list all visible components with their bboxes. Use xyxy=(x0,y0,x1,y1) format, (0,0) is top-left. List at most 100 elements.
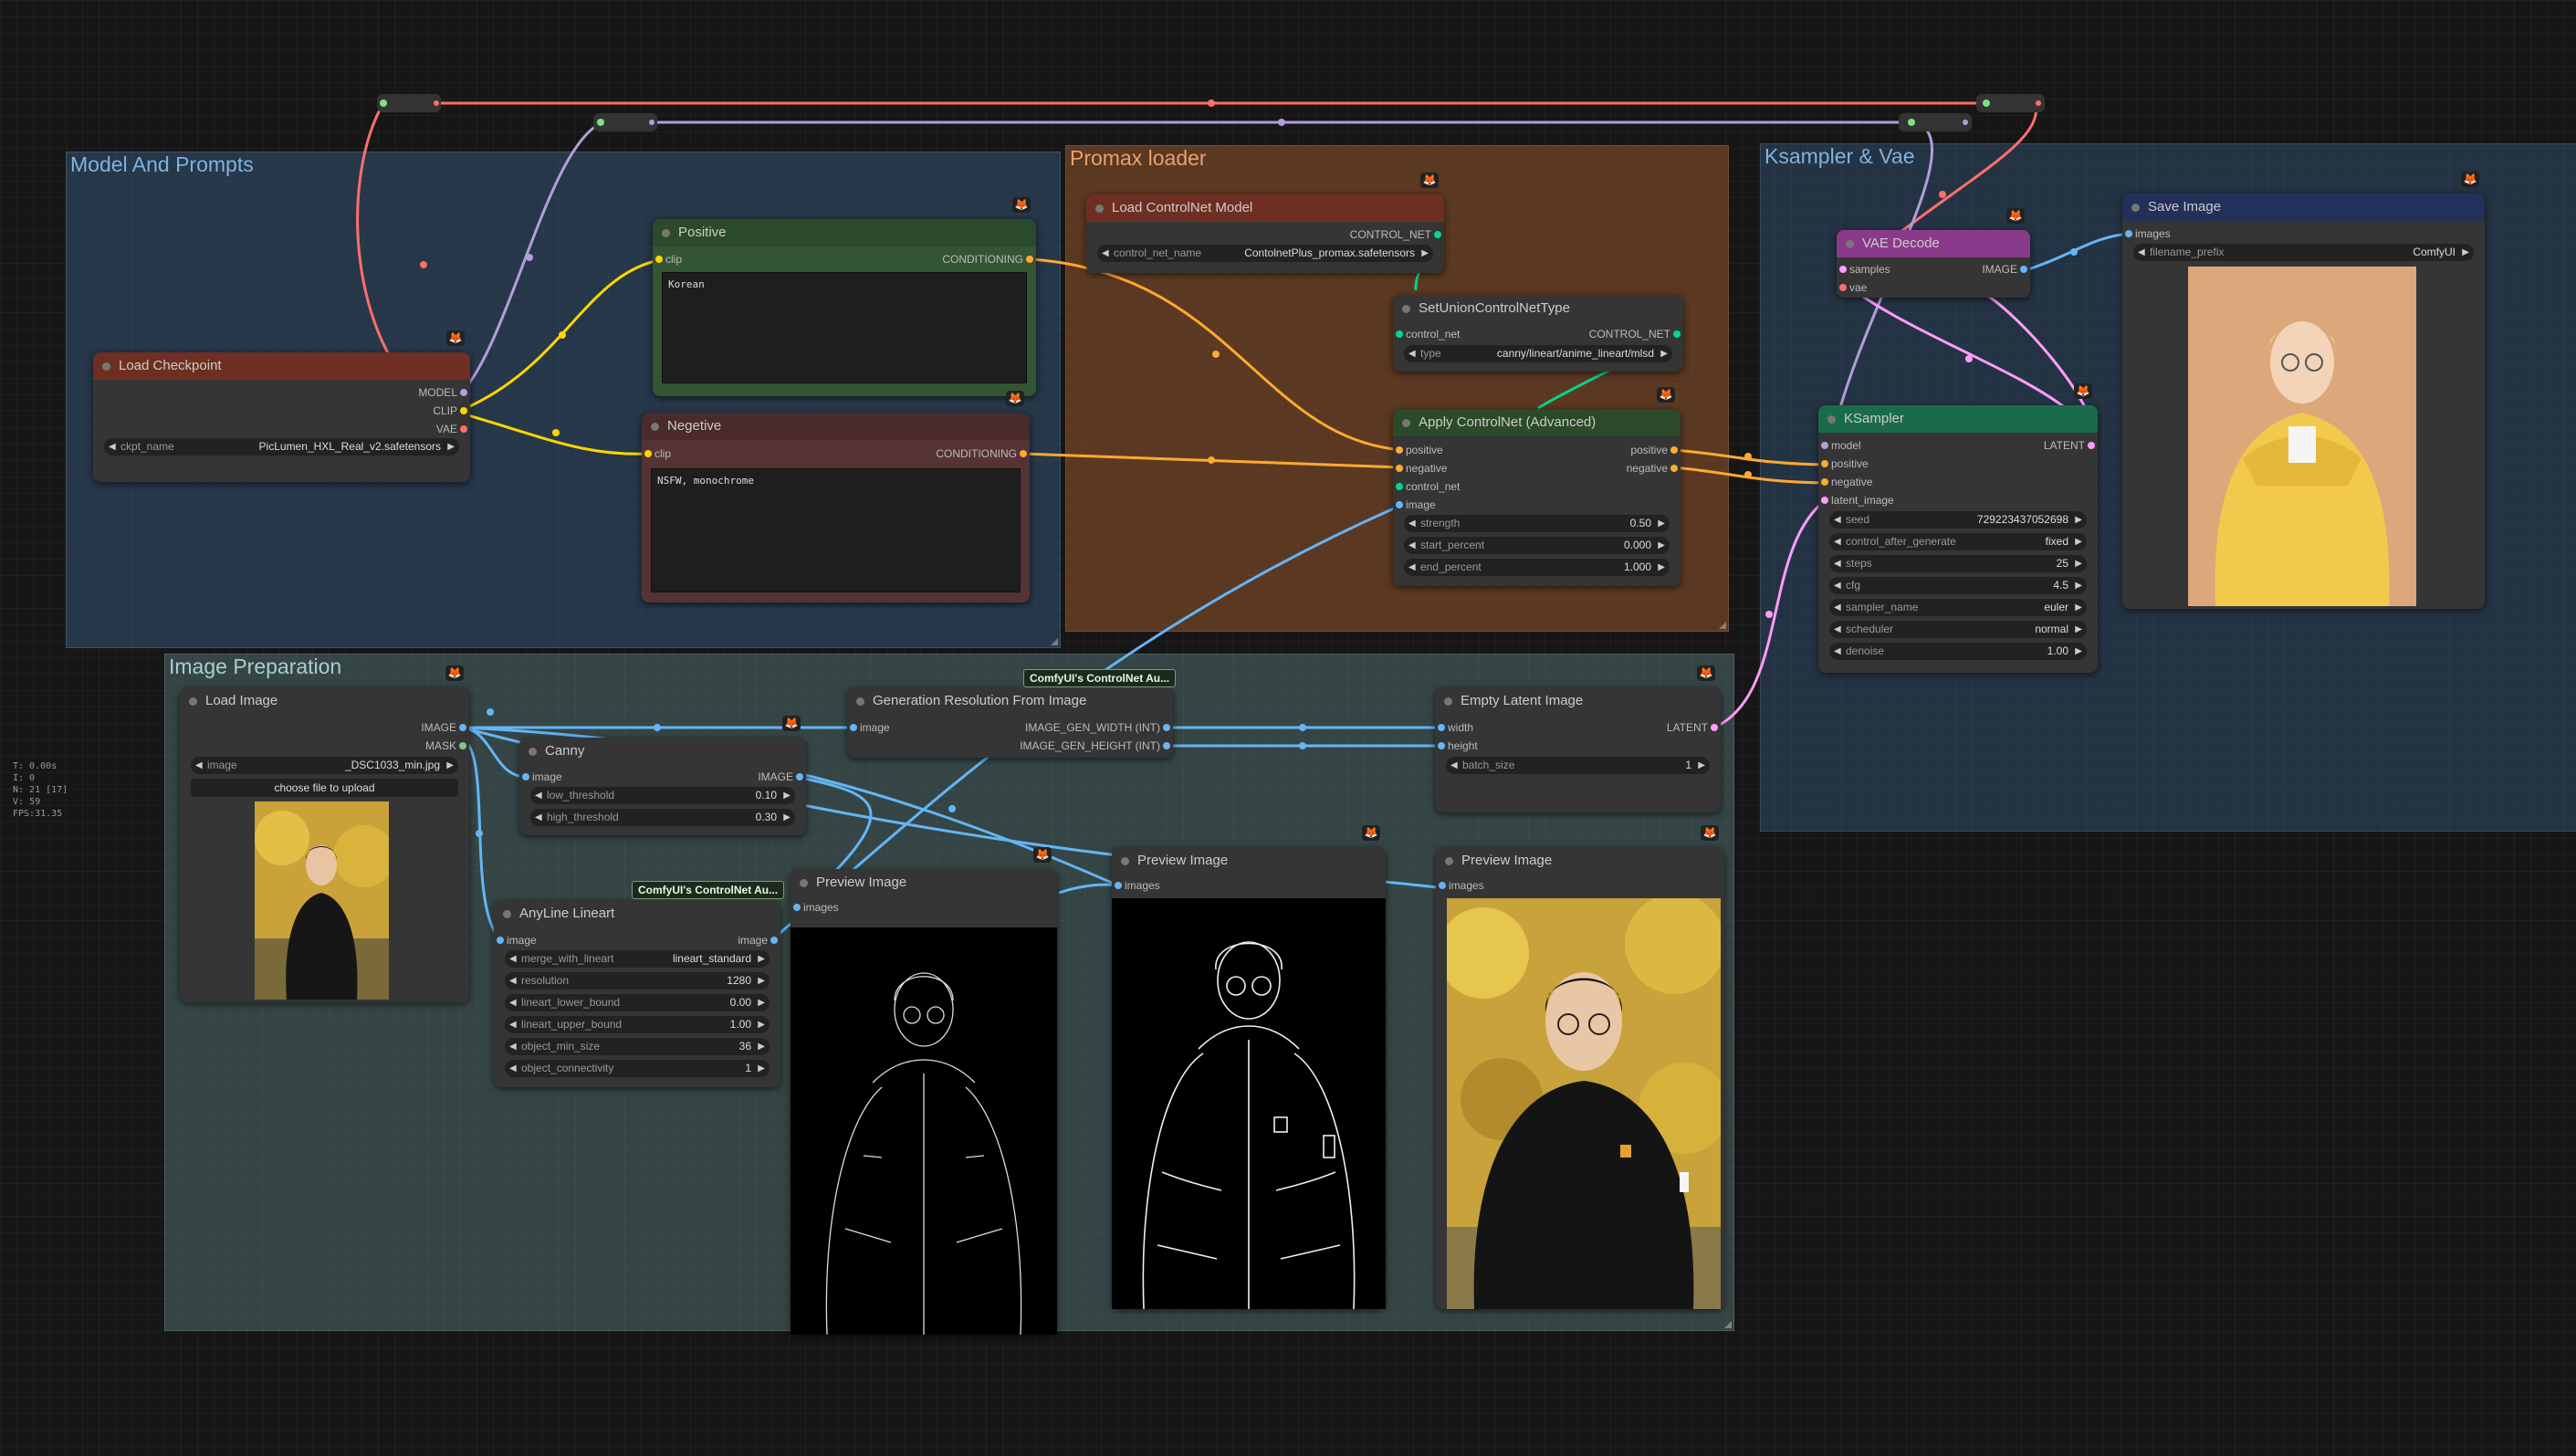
output-image-gen-width[interactable]: IMAGE_GEN_WIDTH (INT) xyxy=(1025,720,1173,735)
output-mask[interactable]: MASK xyxy=(425,738,469,753)
node-title[interactable]: Load ControlNet Model xyxy=(1086,194,1444,222)
slot-dot-icon[interactable] xyxy=(1673,330,1681,338)
slot-dot-icon[interactable] xyxy=(1396,501,1403,508)
output-clip[interactable]: CLIP xyxy=(433,403,470,418)
slot-dot-icon[interactable] xyxy=(1396,465,1403,472)
slot-dot-icon[interactable] xyxy=(793,904,801,911)
slot-dot-icon[interactable] xyxy=(1670,465,1678,472)
slot-dot-icon[interactable] xyxy=(1821,497,1828,504)
slot-dot-icon[interactable] xyxy=(770,937,778,944)
output-image[interactable]: IMAGE xyxy=(421,720,469,735)
input-image[interactable]: image xyxy=(1393,498,1436,512)
node-title[interactable]: Preview Image xyxy=(1112,847,1386,875)
widget-ckpt-name[interactable]: ckpt_name PicLumen_HXL_Real_v2.safetensor… xyxy=(104,438,459,456)
widget-start-percent[interactable]: start_percent 0.000 xyxy=(1404,537,1670,554)
node-vae-decode[interactable]: 🦊 VAE Decode samples vae IMAGE xyxy=(1837,208,2030,298)
slot-dot-icon[interactable] xyxy=(460,407,467,414)
node-negative[interactable]: 🦊 Negetive clip CONDITIONING NSFW, monoc… xyxy=(642,391,1030,602)
input-control-net[interactable]: control_net xyxy=(1393,327,1460,341)
input-clip[interactable]: clip xyxy=(642,446,671,461)
slot-dot-icon[interactable] xyxy=(497,937,504,944)
node-title[interactable]: Canny xyxy=(519,738,806,765)
input-negative[interactable]: negative xyxy=(1818,475,1872,489)
node-preview-image-3[interactable]: 🦊 Preview Image images xyxy=(1436,825,1724,1309)
node-title[interactable]: KSampler xyxy=(1818,405,2098,433)
node-title[interactable]: VAE Decode xyxy=(1837,230,2030,257)
widget-cfg[interactable]: cfg 4.5 xyxy=(1829,577,2087,594)
node-title[interactable]: SetUnionControlNetType xyxy=(1393,295,1683,322)
slot-dot-icon[interactable] xyxy=(1434,231,1441,238)
input-samples[interactable]: samples xyxy=(1837,262,1890,277)
input-vae[interactable]: vae xyxy=(1837,280,1867,295)
widget-type[interactable]: type canny/lineart/anime_lineart/mlsd xyxy=(1404,345,1672,362)
widget-seed[interactable]: seed 729223437052698 xyxy=(1829,511,2087,529)
output-control-net[interactable]: CONTROL_NET xyxy=(1589,327,1683,341)
node-title[interactable]: Negetive xyxy=(642,413,1030,440)
slot-dot-icon[interactable] xyxy=(459,742,466,749)
widget-batch-size[interactable]: batch_size 1 xyxy=(1446,757,1710,774)
slot-dot-icon[interactable] xyxy=(1839,284,1847,291)
slot-dot-icon[interactable] xyxy=(1396,446,1403,454)
input-latent-image[interactable]: latent_image xyxy=(1818,493,1894,508)
node-title[interactable]: AnyLine Lineart xyxy=(494,900,780,927)
slot-dot-icon[interactable] xyxy=(1115,882,1122,889)
input-image[interactable]: image xyxy=(519,770,562,784)
slot-dot-icon[interactable] xyxy=(2088,442,2095,449)
slot-dot-icon[interactable] xyxy=(522,773,529,780)
input-images[interactable]: images xyxy=(791,900,839,915)
node-title[interactable]: Generation Resolution From Image xyxy=(847,687,1173,715)
slot-dot-icon[interactable] xyxy=(1439,882,1446,889)
node-title[interactable]: Preview Image xyxy=(791,869,1057,896)
node-ksampler[interactable]: 🦊 KSampler model positive negative laten… xyxy=(1818,383,2098,673)
widget-resolution[interactable]: resolution 1280 xyxy=(505,972,770,990)
input-height[interactable]: height xyxy=(1435,738,1478,753)
input-control-net[interactable]: control_net xyxy=(1393,479,1460,494)
slot-dot-icon[interactable] xyxy=(459,724,466,731)
widget-sampler-name[interactable]: sampler_name euler xyxy=(1829,599,2087,616)
slot-dot-icon[interactable] xyxy=(460,425,467,433)
output-control-net[interactable]: CONTROL_NET xyxy=(1350,227,1444,242)
prompt-textarea[interactable]: Korean xyxy=(662,272,1027,383)
slot-dot-icon[interactable] xyxy=(1438,742,1445,749)
slot-dot-icon[interactable] xyxy=(1396,483,1403,490)
slot-dot-icon[interactable] xyxy=(1026,256,1033,263)
slot-dot-icon[interactable] xyxy=(1839,266,1847,273)
widget-strength[interactable]: strength 0.50 xyxy=(1404,515,1670,532)
input-positive[interactable]: positive xyxy=(1818,456,1869,471)
widget-high-threshold[interactable]: high_threshold 0.30 xyxy=(530,809,795,826)
input-width[interactable]: width xyxy=(1435,720,1473,735)
slot-dot-icon[interactable] xyxy=(1438,724,1445,731)
widget-control-after-generate[interactable]: control_after_generate fixed xyxy=(1829,533,2087,550)
node-anyline-lineart[interactable]: AnyLine Lineart image image merge_with_l… xyxy=(494,900,780,1087)
output-conditioning[interactable]: CONDITIONING xyxy=(942,252,1036,267)
widget-object-connectivity[interactable]: object_connectivity 1 xyxy=(505,1060,770,1077)
slot-dot-icon[interactable] xyxy=(1821,460,1828,467)
slot-dot-icon[interactable] xyxy=(1163,724,1170,731)
node-set-union-controlnet-type[interactable]: SetUnionControlNetType control_net CONTR… xyxy=(1393,295,1683,372)
node-title[interactable]: Positive xyxy=(653,219,1036,246)
widget-lineart-upper-bound[interactable]: lineart_upper_bound 1.00 xyxy=(505,1016,770,1033)
slot-dot-icon[interactable] xyxy=(2125,230,2132,237)
input-negative[interactable]: negative xyxy=(1393,461,1447,476)
output-image-gen-height[interactable]: IMAGE_GEN_HEIGHT (INT) xyxy=(1020,738,1173,753)
output-latent[interactable]: LATENT xyxy=(2044,438,2098,453)
node-positive[interactable]: 🦊 Positive clip CONDITIONING Korean xyxy=(653,197,1036,396)
input-images[interactable]: images xyxy=(1436,878,1484,893)
node-title[interactable]: Empty Latent Image xyxy=(1435,687,1721,715)
upload-button[interactable]: choose file to upload xyxy=(191,779,458,797)
node-canny[interactable]: 🦊 Canny image IMAGE low_threshold 0.10 hi… xyxy=(519,716,806,835)
input-image[interactable]: image xyxy=(494,933,537,948)
widget-object-min-size[interactable]: object_min_size 36 xyxy=(505,1038,770,1055)
node-apply-controlnet[interactable]: 🦊 Apply ControlNet (Advanced) positive n… xyxy=(1393,387,1681,586)
slot-dot-icon[interactable] xyxy=(1821,478,1828,486)
node-save-image[interactable]: 🦊 Save Image images filename_prefix Comfy… xyxy=(2122,172,2485,609)
slot-dot-icon[interactable] xyxy=(644,450,652,457)
widget-low-threshold[interactable]: low_threshold 0.10 xyxy=(530,787,795,804)
node-preview-image-1[interactable]: 🦊 Preview Image images xyxy=(791,847,1057,1335)
widget-image[interactable]: image _DSC1033_min.jpg xyxy=(191,757,458,774)
slot-dot-icon[interactable] xyxy=(1711,724,1718,731)
widget-filename-prefix[interactable]: filename_prefix ComfyUI xyxy=(2133,244,2474,261)
input-clip[interactable]: clip xyxy=(653,252,682,267)
node-load-image[interactable]: 🦊 Load Image IMAGE MASK image _DSC1033_mi… xyxy=(180,665,469,1002)
output-vae[interactable]: VAE xyxy=(436,422,470,436)
